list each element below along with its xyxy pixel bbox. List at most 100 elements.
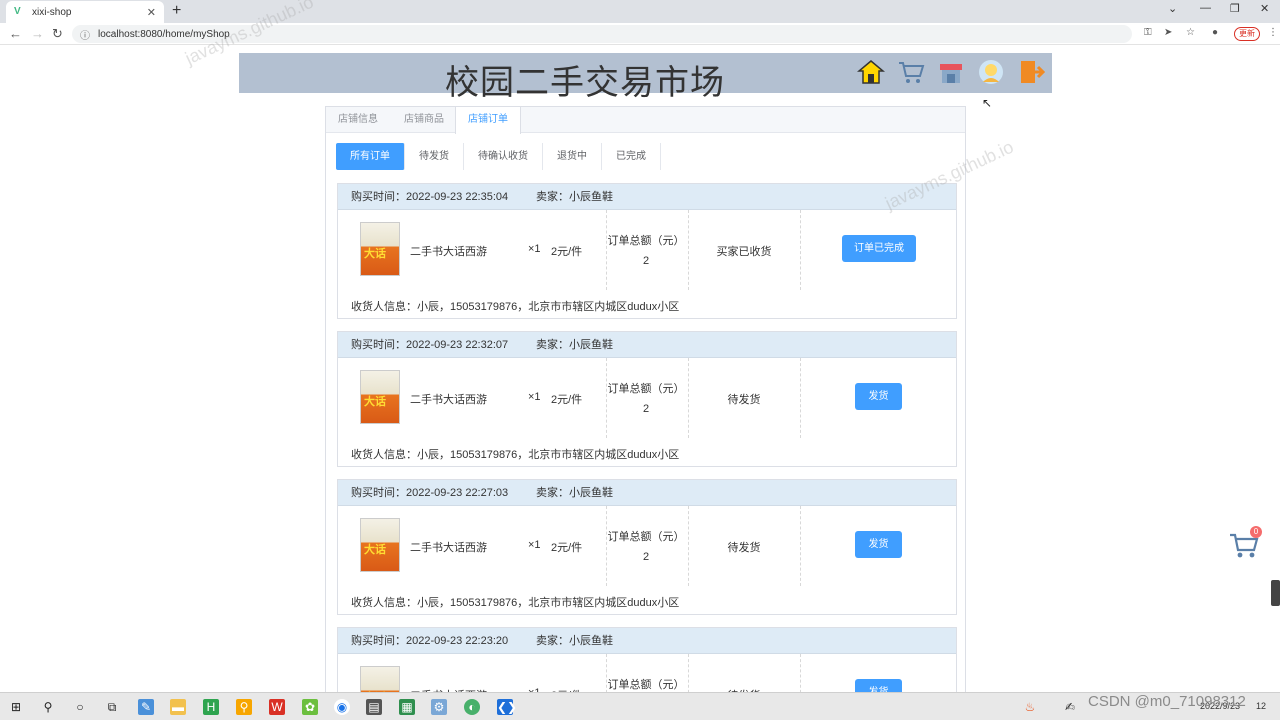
product-quantity: ×1 [528,243,541,255]
order-header: 购买时间：2022-09-23 22:23:20 卖家：小辰鱼鞋 [338,628,956,654]
product-quantity: ×1 [528,391,541,403]
user-avatar-icon[interactable] [977,58,1005,86]
notification-count[interactable]: 12 [1256,701,1266,711]
column-divider [800,358,801,438]
column-divider [606,358,607,438]
subtab-completed[interactable]: 已完成 [602,143,661,170]
scrollbar-thumb[interactable] [1271,580,1280,606]
app-icon[interactable]: ✎ [138,699,154,715]
app-icon[interactable]: ✿ [302,699,318,715]
order-completed-button[interactable]: 订单已完成 [842,235,916,262]
update-button[interactable]: 更新 [1234,27,1260,41]
order-time: 购买时间：2022-09-23 22:23:20 [351,635,509,647]
forward-icon[interactable]: → [31,26,44,42]
subtab-to-confirm[interactable]: 待确认收货 [464,143,543,170]
order-header: 购买时间：2022-09-23 22:32:07 卖家：小辰鱼鞋 [338,332,956,358]
logout-icon[interactable] [1017,58,1045,86]
product-image[interactable]: 大话 [360,370,400,424]
store-icon[interactable] [937,58,965,86]
order-time: 购买时间：2022-09-23 22:35:04 [351,191,509,203]
order-time: 购买时间：2022-09-23 22:27:03 [351,487,509,499]
send-icon[interactable]: ➤ [1164,27,1172,38]
ship-button[interactable]: 发货 [855,383,902,410]
mouse-cursor-icon: ↖ [982,96,993,110]
cart-icon[interactable] [897,58,925,86]
tab-shop-products[interactable]: 店铺商品 [392,107,456,133]
vscode-icon[interactable]: ❮❯ [497,699,517,715]
order-total-label: 订单总额（元） [607,679,685,691]
url-input[interactable]: ⓘ localhost:8080/home/myShop [72,25,1132,43]
shop-panel: 店铺信息 店铺商品 店铺订单 所有订单 待发货 待确认收货 退货中 已完成 购买… [325,106,966,708]
product-price: 2元/件 [551,246,583,258]
order-item-row: 大话 二手书大话西游 ×1 2元/件 订单总额（元） 2 买家已收货 订单已完成 [338,210,956,290]
receiver-info: 收货人信息：小辰，15053179876，北京市市辖区内城区dudux小区 [351,449,680,461]
column-divider [688,358,689,438]
close-window-icon[interactable]: ✕ [1260,2,1269,15]
excel-icon[interactable]: ▦ [399,699,415,715]
address-bar-row: ← → ↻ ⓘ localhost:8080/home/myShop ⚿ ➤ ☆… [0,23,1280,45]
order-total-label: 订单总额（元） [607,235,685,247]
order-card: 购买时间：2022-09-23 22:35:04 卖家：小辰鱼鞋 大话 二手书大… [337,183,957,319]
subtab-returning[interactable]: 退货中 [543,143,602,170]
minimize-icon[interactable]: — [1200,2,1211,14]
browser-tab-bar: V xixi-shop ✕ + ⌄ — ❐ ✕ [0,0,1280,23]
close-tab-icon[interactable]: ✕ [147,6,156,19]
app-icon[interactable]: ⚙ [431,699,447,715]
profile-icon[interactable]: ● [1212,27,1218,38]
order-total-value: 2 [642,551,650,563]
vue-favicon-icon: V [14,6,21,17]
product-name[interactable]: 二手书大话西游 [410,391,487,407]
product-image[interactable]: 大话 [360,518,400,572]
windows-start-icon[interactable]: ⊞ [8,699,24,715]
receiver-info: 收货人信息：小辰，15053179876，北京市市辖区内城区dudux小区 [351,301,680,313]
cortana-icon[interactable]: ○ [72,699,88,715]
product-name[interactable]: 二手书大话西游 [410,539,487,555]
product-name[interactable]: 二手书大话西游 [410,243,487,259]
browser-tab[interactable]: V xixi-shop ✕ [6,1,164,23]
product-quantity: ×1 [528,539,541,551]
chrome-icon[interactable]: ◉ [334,699,350,715]
bookmark-star-icon[interactable]: ☆ [1186,27,1195,38]
app-icon[interactable]: ▤ [366,699,382,715]
home-icon[interactable] [857,58,885,86]
pen-icon[interactable]: ✍ [1062,699,1078,715]
browser-menu-icon[interactable]: ⋮ [1268,27,1278,38]
tab-shop-orders[interactable]: 店铺订单 [455,107,521,134]
order-card: 购买时间：2022-09-23 22:32:07 卖家：小辰鱼鞋 大话 二手书大… [337,331,957,467]
order-card: 购买时间：2022-09-23 22:27:03 卖家：小辰鱼鞋 大话 二手书大… [337,479,957,615]
tab-shop-info[interactable]: 店铺信息 [326,107,390,133]
search-icon[interactable]: ⚲ [40,699,56,715]
search-tool-icon[interactable]: ⚲ [236,699,252,715]
reload-icon[interactable]: ↻ [52,26,63,42]
site-header: 校园二手交易市场 [239,53,1052,103]
new-tab-button[interactable]: + [172,2,181,20]
order-item-row: 大话 二手书大话西游 ×1 2元/件 订单总额（元） 2 待发货 发货 [338,358,956,438]
column-divider [688,506,689,586]
task-view-icon[interactable]: ⧉ [104,699,120,715]
app-icon[interactable]: ◐ [464,699,480,715]
key-icon[interactable]: ⚿ [1144,27,1152,38]
order-seller: 卖家：小辰鱼鞋 [536,191,613,203]
subtab-to-ship[interactable]: 待发货 [405,143,464,170]
order-seller: 卖家：小辰鱼鞋 [536,487,613,499]
site-info-icon[interactable]: ⓘ [80,27,90,42]
tray-app-icon[interactable]: ♨ [1022,699,1038,715]
product-image[interactable]: 大话 [360,222,400,276]
order-total-value: 2 [642,403,650,415]
order-status: 待发货 [727,542,761,554]
column-divider [606,506,607,586]
back-icon[interactable]: ← [9,26,22,42]
column-divider [606,210,607,290]
wps-icon[interactable]: W [269,699,285,715]
ship-button[interactable]: 发货 [855,531,902,558]
tab-search-icon[interactable]: ⌄ [1168,2,1177,15]
order-header: 购买时间：2022-09-23 22:27:03 卖家：小辰鱼鞋 [338,480,956,506]
subtab-all-orders[interactable]: 所有订单 [336,143,405,170]
cart-count-badge: 0 [1250,526,1262,538]
hbuilder-icon[interactable]: H [203,699,219,715]
restore-icon[interactable]: ❐ [1230,2,1240,15]
file-explorer-icon[interactable]: ▬ [170,699,186,715]
order-item-row: 大话 二手书大话西游 ×1 2元/件 订单总额（元） 2 待发货 发货 [338,506,956,586]
order-total-label: 订单总额（元） [607,383,685,395]
url-text: localhost:8080/home/myShop [98,28,230,40]
